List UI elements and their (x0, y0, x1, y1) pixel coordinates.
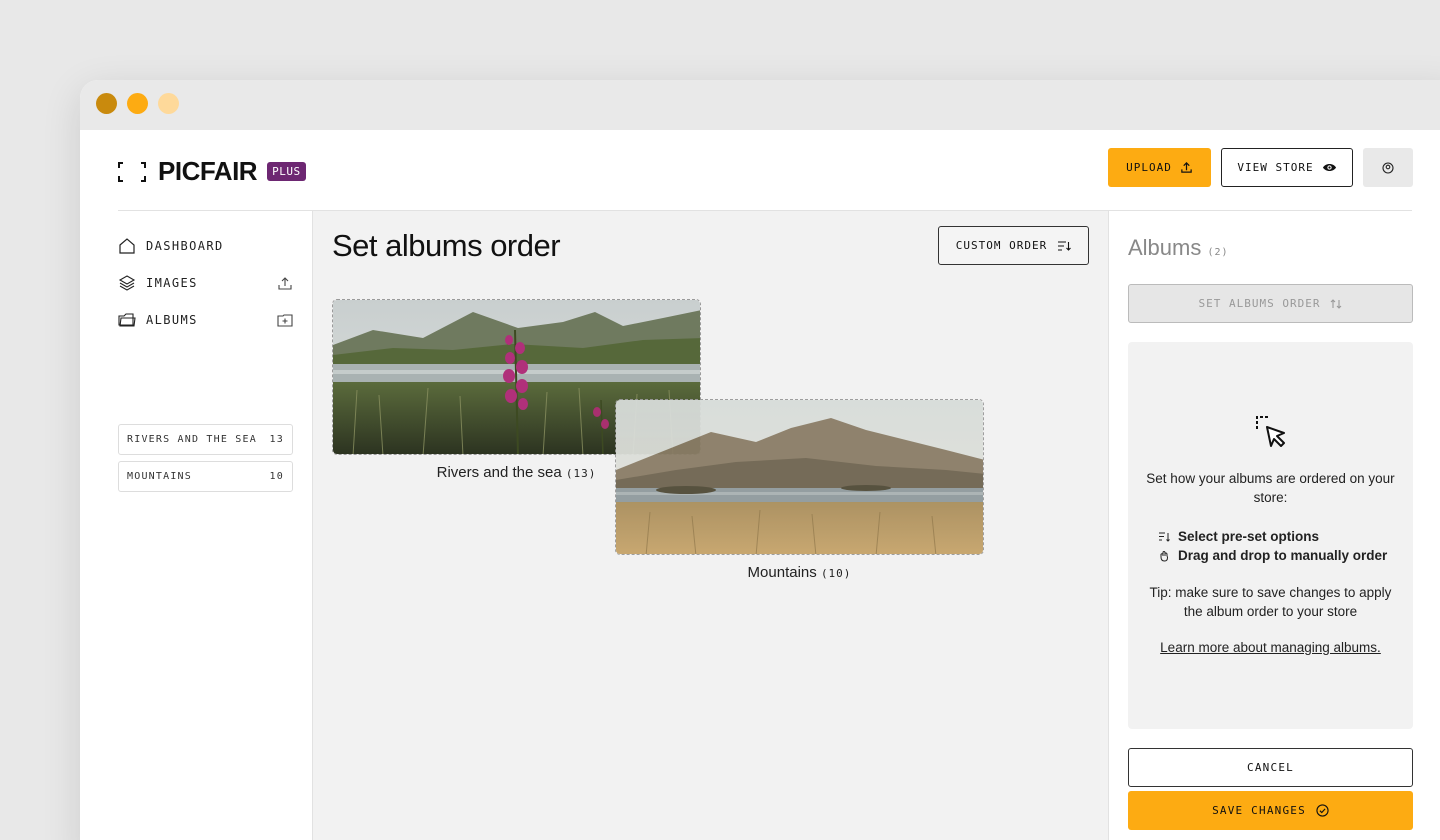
album-name: MOUNTAINS (127, 471, 192, 482)
album-count: 13 (269, 434, 284, 445)
sidebar: DASHBOARD IMAGES ALBUMS RIVERS AND THE S… (118, 211, 313, 840)
order-info-card: Set how your albums are ordered on your … (1128, 342, 1413, 729)
album-card-mountains[interactable] (615, 399, 984, 555)
panel-title-text: Albums (1128, 235, 1202, 260)
check-circle-icon (1316, 804, 1329, 817)
panel-title: Albums (2) (1128, 235, 1229, 261)
logo-text: PICFAIR (158, 156, 258, 186)
album-card-count: (13) (565, 467, 597, 480)
cursor-select-icon (1256, 416, 1285, 447)
app-window: PICFAIR PLUS UPLOAD VIEW STORE DASHBOARD… (80, 80, 1440, 840)
folder-icon (118, 313, 136, 327)
custom-order-button[interactable]: CUSTOM ORDER (938, 226, 1089, 265)
option-preset: Select pre-set options (1158, 527, 1387, 546)
upload-icon (1181, 162, 1192, 173)
sidebar-album-item[interactable]: MOUNTAINS 10 (118, 461, 293, 492)
album-name: RIVERS AND THE SEA (127, 434, 257, 445)
panel-title-count: (2) (1207, 247, 1229, 258)
upload-button[interactable]: UPLOAD (1108, 148, 1211, 187)
order-info-intro: Set how your albums are ordered on your … (1146, 471, 1395, 505)
plus-badge: PLUS (267, 162, 306, 181)
sort-icon (1159, 532, 1170, 542)
set-albums-order-button[interactable]: SET ALBUMS ORDER (1128, 284, 1413, 323)
cancel-label: CANCEL (1247, 761, 1294, 774)
album-card-name: Mountains (747, 564, 817, 581)
account-button[interactable] (1363, 148, 1413, 187)
page-title: Set albums order (332, 228, 561, 263)
window-maximize-dot[interactable] (158, 93, 179, 114)
user-icon (1382, 161, 1394, 174)
album-card-title: Mountains (10) (615, 564, 984, 581)
eye-icon (1322, 163, 1336, 172)
window-minimize-dot[interactable] (127, 93, 148, 114)
sidebar-item-images[interactable]: IMAGES (118, 272, 293, 294)
sidebar-album-item[interactable]: RIVERS AND THE SEA 13 (118, 424, 293, 455)
home-icon (119, 238, 135, 254)
view-store-label: VIEW STORE (1237, 161, 1314, 174)
window-titlebar (80, 80, 1440, 130)
album-cover-image (616, 400, 983, 554)
albums-panel: Albums (2) SET ALBUMS ORDER Set how your… (1108, 211, 1440, 840)
album-count: 10 (269, 471, 284, 482)
order-tip-text: Tip: make sure to save changes to apply … (1149, 585, 1392, 619)
sort-arrows-icon (1331, 298, 1342, 309)
view-store-button[interactable]: VIEW STORE (1221, 148, 1353, 187)
top-header: PICFAIR PLUS UPLOAD VIEW STORE (80, 130, 1440, 210)
upload-button-label: UPLOAD (1126, 161, 1172, 174)
sidebar-item-label: DASHBOARD (146, 239, 224, 253)
main-content: Set albums order CUSTOM ORDER Rivers and… (313, 211, 1108, 840)
sidebar-item-albums[interactable]: ALBUMS (118, 309, 293, 331)
layers-icon (118, 275, 136, 291)
order-options-list: Select pre-set options Drag and drop to … (1158, 527, 1387, 565)
album-card-name: Rivers and the sea (436, 464, 562, 481)
album-card-count: (10) (820, 567, 852, 580)
learn-more-link[interactable]: Learn more about managing albums. (1128, 640, 1413, 655)
option-label: Drag and drop to manually order (1178, 548, 1388, 563)
custom-order-label: CUSTOM ORDER (955, 239, 1048, 252)
sort-icon (1058, 240, 1072, 251)
sidebar-item-dashboard[interactable]: DASHBOARD (118, 235, 293, 257)
sidebar-item-label: IMAGES (146, 276, 198, 290)
set-order-label: SET ALBUMS ORDER (1198, 297, 1321, 310)
option-drag: Drag and drop to manually order (1158, 546, 1387, 565)
option-label: Select pre-set options (1178, 529, 1320, 544)
upload-icon[interactable] (277, 275, 293, 291)
window-close-dot[interactable] (96, 93, 117, 114)
cancel-button[interactable]: CANCEL (1128, 748, 1413, 787)
save-label: SAVE CHANGES (1212, 804, 1306, 817)
hand-icon (1160, 550, 1168, 562)
frame-icon (118, 161, 146, 182)
picfair-logo[interactable]: PICFAIR PLUS (118, 156, 306, 187)
sidebar-item-label: ALBUMS (146, 313, 198, 327)
add-folder-icon[interactable] (277, 312, 293, 328)
save-changes-button[interactable]: SAVE CHANGES (1128, 791, 1413, 830)
